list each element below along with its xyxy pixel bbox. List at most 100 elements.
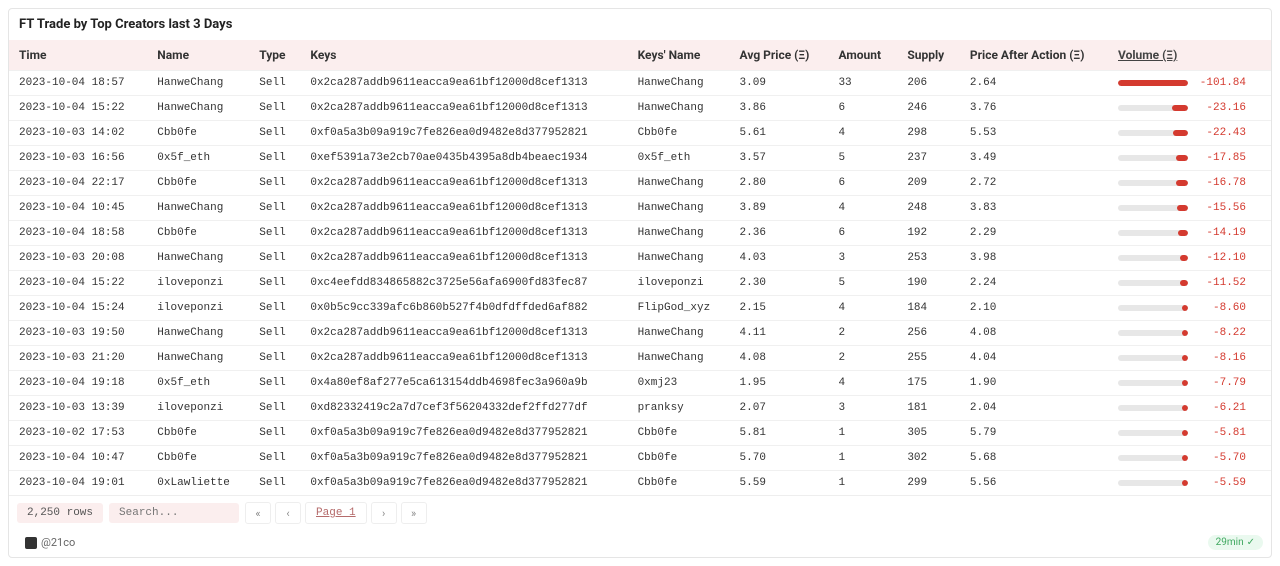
volume-bar-fill <box>1177 205 1188 211</box>
cell-supply: 184 <box>897 296 960 321</box>
cell-keys: 0xef5391a73e2cb70ae0435b4395a8db4beaec19… <box>300 146 627 171</box>
cell-name: iloveponzi <box>147 396 249 421</box>
volume-bar-fill <box>1182 330 1188 336</box>
col-type[interactable]: Type <box>249 40 300 71</box>
col-volume[interactable]: Volume (Ξ) <box>1108 40 1271 71</box>
cell-volume: -5.59 <box>1108 471 1271 496</box>
author-avatar-icon <box>25 537 37 549</box>
table-row[interactable]: 2023-10-04 19:010xLawlietteSell0xf0a5a3b… <box>9 471 1271 496</box>
cell-type: Sell <box>249 471 300 496</box>
cell-keys-name: HanweChang <box>628 171 730 196</box>
volume-bar-track <box>1118 205 1188 211</box>
cell-keys-name: HanweChang <box>628 221 730 246</box>
last-page-button[interactable]: » <box>401 502 427 524</box>
search-input[interactable] <box>109 503 239 523</box>
check-icon <box>1247 537 1255 548</box>
cell-keys-name: HanweChang <box>628 321 730 346</box>
cell-time: 2023-10-04 22:17 <box>9 171 147 196</box>
volume-value: -16.78 <box>1196 177 1246 189</box>
table-row[interactable]: 2023-10-03 14:02Cbb0feSell0xf0a5a3b09a91… <box>9 121 1271 146</box>
table-row[interactable]: 2023-10-03 16:560x5f_ethSell0xef5391a73e… <box>9 146 1271 171</box>
cell-volume: -101.84 <box>1108 71 1271 96</box>
volume-bar-track <box>1118 455 1188 461</box>
cell-volume: -12.10 <box>1108 246 1271 271</box>
next-page-button[interactable]: › <box>371 502 397 524</box>
chevrons-left-icon: « <box>255 507 260 520</box>
cell-amount: 4 <box>828 371 897 396</box>
cell-time: 2023-10-04 19:18 <box>9 371 147 396</box>
volume-bar-track <box>1118 280 1188 286</box>
query-age-badge[interactable]: 29min <box>1208 535 1263 550</box>
first-page-button[interactable]: « <box>245 502 271 524</box>
table-row[interactable]: 2023-10-03 20:08HanweChangSell0x2ca287ad… <box>9 246 1271 271</box>
cell-keys-name: HanweChang <box>628 246 730 271</box>
cell-volume: -16.78 <box>1108 171 1271 196</box>
cell-name: Cbb0fe <box>147 221 249 246</box>
prev-page-button[interactable]: ‹ <box>275 502 301 524</box>
table-row[interactable]: 2023-10-04 15:22iloveponziSell0xc4eefdd8… <box>9 271 1271 296</box>
cell-price-after: 5.79 <box>960 421 1108 446</box>
table-row[interactable]: 2023-10-02 17:53Cbb0feSell0xf0a5a3b09a91… <box>9 421 1271 446</box>
volume-bar-fill <box>1176 180 1188 186</box>
cell-keys-name: pranksy <box>628 396 730 421</box>
col-time[interactable]: Time <box>9 40 147 71</box>
cell-keys: 0x2ca287addb9611eacca9ea61bf12000d8cef13… <box>300 346 627 371</box>
table-row[interactable]: 2023-10-04 15:24iloveponziSell0x0b5c9cc3… <box>9 296 1271 321</box>
cell-avg-price: 4.03 <box>730 246 829 271</box>
cell-time: 2023-10-04 10:47 <box>9 446 147 471</box>
col-name[interactable]: Name <box>147 40 249 71</box>
col-keys-name[interactable]: Keys' Name <box>628 40 730 71</box>
table-row[interactable]: 2023-10-03 13:39iloveponziSell0xd8233241… <box>9 396 1271 421</box>
table-row[interactable]: 2023-10-04 19:180x5f_ethSell0x4a80ef8af2… <box>9 371 1271 396</box>
cell-name: HanweChang <box>147 246 249 271</box>
table-row[interactable]: 2023-10-04 18:58Cbb0feSell0x2ca287addb96… <box>9 221 1271 246</box>
cell-volume: -22.43 <box>1108 121 1271 146</box>
cell-amount: 4 <box>828 196 897 221</box>
cell-amount: 5 <box>828 271 897 296</box>
volume-bar-fill <box>1176 155 1188 161</box>
cell-keys-name: Cbb0fe <box>628 446 730 471</box>
cell-price-after: 5.68 <box>960 446 1108 471</box>
cell-price-after: 3.49 <box>960 146 1108 171</box>
col-supply[interactable]: Supply <box>897 40 960 71</box>
cell-keys: 0xf0a5a3b09a919c7fe826ea0d9482e8d3779528… <box>300 471 627 496</box>
cell-type: Sell <box>249 396 300 421</box>
table-row[interactable]: 2023-10-04 22:17Cbb0feSell0x2ca287addb96… <box>9 171 1271 196</box>
volume-bar-track <box>1118 130 1188 136</box>
cell-name: HanweChang <box>147 96 249 121</box>
cell-volume: -5.70 <box>1108 446 1271 471</box>
col-avg-price[interactable]: Avg Price (Ξ) <box>730 40 829 71</box>
cell-volume: -6.21 <box>1108 396 1271 421</box>
cell-volume: -14.19 <box>1108 221 1271 246</box>
col-amount[interactable]: Amount <box>828 40 897 71</box>
table-row[interactable]: 2023-10-04 10:45HanweChangSell0x2ca287ad… <box>9 196 1271 221</box>
cell-avg-price: 4.11 <box>730 321 829 346</box>
pager: « ‹ Page 1 › » <box>245 502 427 524</box>
cell-volume: -8.16 <box>1108 346 1271 371</box>
cell-supply: 253 <box>897 246 960 271</box>
cell-avg-price: 2.30 <box>730 271 829 296</box>
table-row[interactable]: 2023-10-04 18:57HanweChangSell0x2ca287ad… <box>9 71 1271 96</box>
cell-type: Sell <box>249 271 300 296</box>
col-keys[interactable]: Keys <box>300 40 627 71</box>
cell-keys: 0xf0a5a3b09a919c7fe826ea0d9482e8d3779528… <box>300 421 627 446</box>
table-row[interactable]: 2023-10-04 15:22HanweChangSell0x2ca287ad… <box>9 96 1271 121</box>
volume-value: -12.10 <box>1196 252 1246 264</box>
table-row[interactable]: 2023-10-03 21:20HanweChangSell0x2ca287ad… <box>9 346 1271 371</box>
volume-value: -15.56 <box>1196 202 1246 214</box>
table-row[interactable]: 2023-10-04 10:47Cbb0feSell0xf0a5a3b09a91… <box>9 446 1271 471</box>
col-price-after[interactable]: Price After Action (Ξ) <box>960 40 1108 71</box>
cell-keys-name: HanweChang <box>628 71 730 96</box>
table-row[interactable]: 2023-10-03 19:50HanweChangSell0x2ca287ad… <box>9 321 1271 346</box>
cell-name: HanweChang <box>147 346 249 371</box>
volume-bar-track <box>1118 105 1188 111</box>
cell-name: Cbb0fe <box>147 121 249 146</box>
cell-price-after: 3.76 <box>960 96 1108 121</box>
page-indicator[interactable]: Page 1 <box>305 502 367 524</box>
cell-avg-price: 4.08 <box>730 346 829 371</box>
cell-amount: 1 <box>828 471 897 496</box>
chevron-right-icon: › <box>382 507 385 520</box>
cell-volume: -8.22 <box>1108 321 1271 346</box>
cell-price-after: 2.10 <box>960 296 1108 321</box>
cell-supply: 256 <box>897 321 960 346</box>
